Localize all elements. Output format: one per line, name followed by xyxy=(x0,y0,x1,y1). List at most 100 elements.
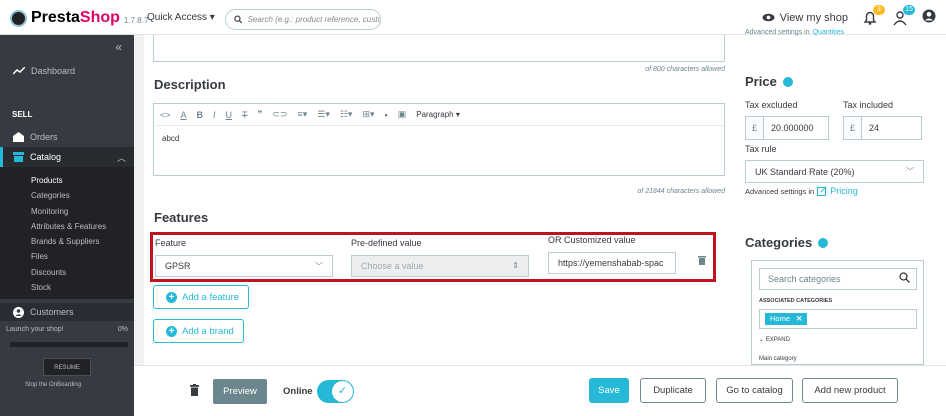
duplicate-button[interactable]: Duplicate xyxy=(640,378,706,403)
bullet-list-icon[interactable]: ☰▾ xyxy=(317,109,330,120)
pricing-link[interactable]: Pricing xyxy=(830,186,858,196)
logo-text-presta: Presta xyxy=(31,9,80,26)
employee-avatar-button[interactable] xyxy=(922,9,936,26)
submenu-item-brands-suppliers[interactable]: Brands & Suppliers xyxy=(0,234,134,249)
quantities-partial: Advanced settings in Quantities xyxy=(745,29,844,36)
paragraph-format-select[interactable]: Paragraph ▾ xyxy=(416,110,460,119)
bottom-action-bar: Preview Online ✓ Save Duplicate Go to ca… xyxy=(134,365,946,416)
price-title: Price xyxy=(745,74,793,89)
image-icon[interactable]: ▪ xyxy=(385,110,388,120)
bold-icon[interactable]: B xyxy=(197,110,204,120)
associated-categories-label: ASSOCIATED CATEGORIES xyxy=(759,298,833,304)
category-chip-home: Home ✕ xyxy=(765,313,808,325)
pricing-advanced-settings: Advanced settings in Pricing xyxy=(745,186,858,196)
tax-included-label: Tax included xyxy=(843,100,894,110)
numbered-list-icon[interactable]: ☷▾ xyxy=(340,109,353,120)
right-column: Advanced settings in Quantities Price Ta… xyxy=(734,29,946,365)
stop-onboarding-link[interactable]: Stop the OnBoarding xyxy=(25,382,81,388)
source-code-icon[interactable]: <> xyxy=(160,110,171,120)
onboarding-title: Launch your shop! xyxy=(6,326,64,333)
currency-symbol: £ xyxy=(844,117,862,139)
add-brand-label: Add a brand xyxy=(182,325,234,337)
search-input[interactable]: Search (e.g.: product reference, custon xyxy=(225,9,381,30)
underline-icon[interactable]: U xyxy=(226,110,233,120)
strikethrough-icon[interactable]: T xyxy=(242,110,248,120)
sidebar-item-dashboard[interactable]: Dashboard xyxy=(13,66,75,76)
chevron-down-icon: ﹀ xyxy=(906,167,914,176)
categories-panel: Search categories ASSOCIATED CATEGORIES … xyxy=(751,260,924,365)
predefined-placeholder: Choose a value xyxy=(361,261,424,271)
summary-editor-bottom[interactable] xyxy=(153,35,725,62)
media-icon[interactable]: ▣ xyxy=(398,109,407,120)
link-icon[interactable]: ⊂⊃ xyxy=(272,109,287,120)
online-label: Online xyxy=(283,386,313,397)
italic-icon[interactable]: I xyxy=(213,110,216,120)
summary-char-count: of 800 characters allowed xyxy=(645,66,725,73)
blockquote-icon[interactable]: ❞ xyxy=(258,109,263,120)
remove-chip-icon[interactable]: ✕ xyxy=(796,313,802,325)
chevron-down-icon: ⌄ xyxy=(759,337,765,343)
check-icon: ✓ xyxy=(332,381,353,402)
notifications-button[interactable]: 3 xyxy=(862,4,885,26)
preview-button[interactable]: Preview xyxy=(213,379,267,404)
submenu-item-discounts[interactable]: Discounts xyxy=(0,265,134,280)
search-categories-input[interactable]: Search categories xyxy=(759,268,917,290)
description-editor[interactable]: <> A B I U T ❞ ⊂⊃ ≡▾ ☰▾ ☷▾ ⊞▾ ▪ ▣ Paragr… xyxy=(153,103,725,176)
main-category-label: Main category xyxy=(759,356,797,362)
feature-select[interactable]: GPSR ﹀ xyxy=(155,255,333,277)
help-icon[interactable] xyxy=(782,76,793,87)
tax-rule-value: UK Standard Rate (20%) xyxy=(755,166,855,177)
predefined-value-select[interactable]: Choose a value ⇕ xyxy=(351,255,529,277)
quantities-link[interactable]: Quantities xyxy=(813,29,845,36)
search-icon xyxy=(234,15,243,24)
messages-button[interactable]: 15 xyxy=(892,4,915,26)
plus-circle-icon: + xyxy=(166,291,177,303)
description-char-count: of 21844 characters allowed xyxy=(637,188,725,195)
catalog-submenu: Products Categories Monitoring Attribute… xyxy=(0,167,134,299)
version-label: 1.7.8.7 xyxy=(123,16,149,25)
submenu-item-monitoring[interactable]: Monitoring xyxy=(0,204,134,219)
help-icon[interactable] xyxy=(818,237,829,248)
quick-access-dropdown[interactable]: Quick Access ▾ xyxy=(147,12,215,23)
resume-onboarding-button[interactable]: RESUME xyxy=(43,358,91,376)
table-icon[interactable]: ⊞▾ xyxy=(362,109,374,120)
add-brand-button[interactable]: + Add a brand xyxy=(153,319,244,343)
prestashop-logo[interactable]: PrestaShop 1.7.8.7 xyxy=(10,9,148,27)
align-icon[interactable]: ≡▾ xyxy=(297,109,307,120)
add-feature-label: Add a feature xyxy=(182,291,240,303)
tax-rule-select[interactable]: UK Standard Rate (20%) ﹀ xyxy=(745,160,924,183)
collapse-sidebar-button[interactable]: « xyxy=(115,40,122,54)
submenu-item-files[interactable]: Files xyxy=(0,249,134,264)
submenu-item-attributes-features[interactable]: Attributes & Features xyxy=(0,219,134,234)
customized-value-input[interactable]: https://yemenshabab-spac xyxy=(548,252,676,274)
categories-title: Categories xyxy=(745,235,829,250)
submenu-item-products[interactable]: Products xyxy=(0,173,134,188)
currency-symbol: £ xyxy=(746,117,764,139)
add-feature-button[interactable]: + Add a feature xyxy=(153,285,250,309)
view-shop-link[interactable]: View my shop xyxy=(762,12,848,24)
features-title: Features xyxy=(154,210,209,225)
online-toggle[interactable]: ✓ xyxy=(317,380,354,403)
plus-circle-icon: + xyxy=(166,325,177,337)
delete-product-trash-icon[interactable] xyxy=(190,384,199,399)
editor-toolbar: <> A B I U T ❞ ⊂⊃ ≡▾ ☰▾ ☷▾ ⊞▾ ▪ ▣ Paragr… xyxy=(154,104,724,126)
sidebar-item-orders[interactable]: Orders xyxy=(13,132,58,142)
price-tax-included-input[interactable]: £ 24 xyxy=(843,116,922,140)
expand-categories-link[interactable]: ⌄ EXPAND xyxy=(759,336,790,343)
go-to-catalog-button[interactable]: Go to catalog xyxy=(716,378,793,403)
sidebar-item-customers[interactable]: Customers xyxy=(0,303,134,321)
text-color-icon[interactable]: A xyxy=(181,110,187,120)
add-new-product-button[interactable]: Add new product xyxy=(802,378,898,403)
delete-feature-trash-icon[interactable] xyxy=(698,255,706,268)
categories-title-text: Categories xyxy=(745,235,813,250)
customized-value-text: https://yemenshabab-spac xyxy=(558,258,664,268)
description-text[interactable]: abcd xyxy=(154,126,724,151)
eye-icon xyxy=(762,13,775,22)
save-button[interactable]: Save xyxy=(589,378,629,403)
submenu-item-stock[interactable]: Stock xyxy=(0,280,134,295)
onboarding-progress-bar xyxy=(10,342,128,347)
submenu-item-categories[interactable]: Categories xyxy=(0,188,134,203)
sidebar-item-catalog[interactable]: Catalog ︿ xyxy=(0,147,134,167)
price-tax-excluded-input[interactable]: £ 20.000000 xyxy=(745,116,829,140)
advanced-settings-text: Advanced settings in xyxy=(745,186,815,196)
